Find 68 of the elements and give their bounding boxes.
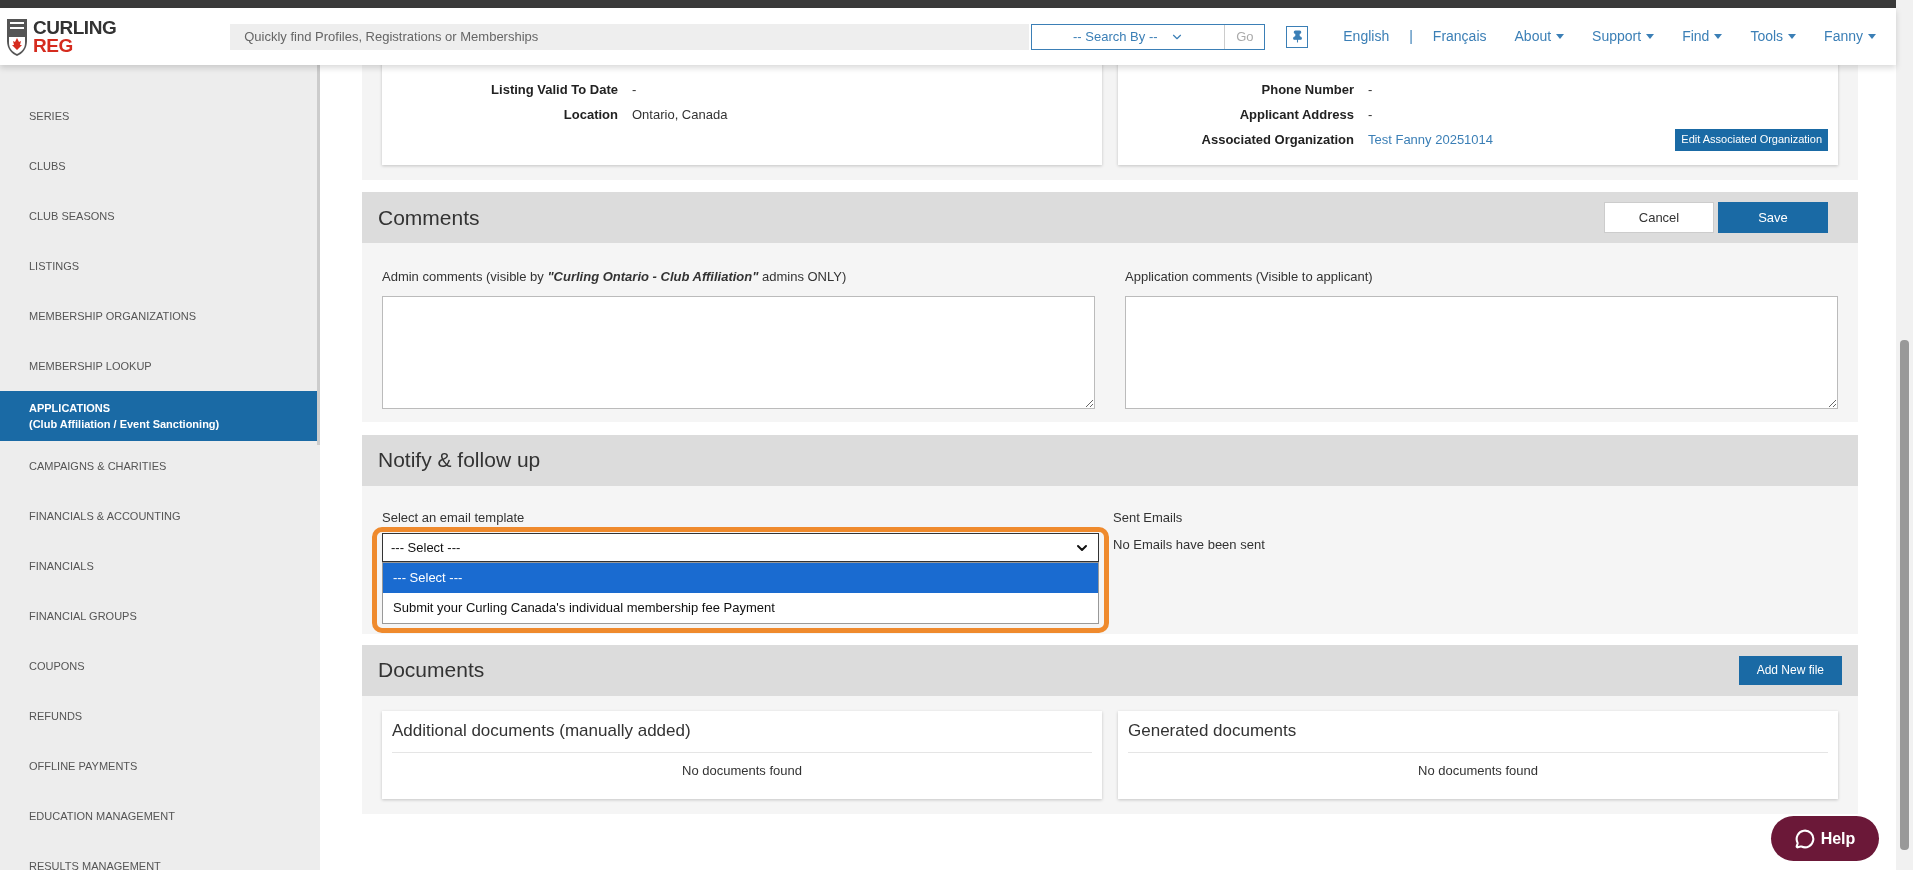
sidebar-item[interactable]: FINANCIALS	[0, 541, 317, 591]
chat-bubble-icon	[1794, 828, 1815, 849]
sidebar-item[interactable]: MEMBERSHIP LOOKUP	[0, 341, 317, 391]
comment-textarea[interactable]	[1125, 295, 1838, 409]
card-title: Generated documents	[1128, 720, 1297, 743]
logo-wordmark: REG	[33, 36, 74, 55]
sidebar-item[interactable]: OFFLINE PAYMENTS	[0, 741, 317, 791]
field-value: Ontario, Canada	[632, 105, 728, 124]
sent-emails-label: Sent Emails	[1113, 508, 1184, 527]
sidebar-item[interactable]: EDUCATION MANAGEMENT	[0, 791, 317, 841]
card-title: Additional documents (manually added)	[392, 720, 691, 743]
pin-button[interactable]	[1286, 25, 1309, 48]
sidebar-item[interactable]: CLUB SEASONS	[0, 191, 317, 241]
empty-message: No documents found	[682, 761, 802, 780]
sidebar-item[interactable]: MEMBERSHIP ORGANIZATIONS	[0, 291, 317, 341]
nav-link[interactable]: Support	[1592, 26, 1655, 47]
field-label: Listing Valid To Date	[490, 80, 619, 99]
sidebar-item[interactable]: FINANCIALS & ACCOUNTING	[0, 491, 317, 541]
nav-separator: |	[1409, 27, 1413, 46]
nav-link[interactable]: English	[1343, 26, 1390, 47]
caret-icon	[1714, 34, 1723, 39]
field-label: Associated Organization	[1200, 130, 1355, 149]
caret-icon	[1868, 34, 1876, 39]
field-label: Phone Number	[1260, 80, 1355, 99]
save-button[interactable]: Save	[1718, 202, 1828, 233]
comment-textarea[interactable]	[382, 295, 1095, 409]
comment-label: Admin comments (visible by "Curling Ontario - Club Affiliation" admins ONLY)	[382, 268, 848, 286]
field-label: Applicant Address	[1238, 105, 1355, 124]
cancel-button[interactable]: Cancel	[1604, 202, 1714, 233]
field-value: -	[632, 80, 637, 99]
help-button[interactable]: Help	[1771, 816, 1879, 861]
caret-icon	[1556, 34, 1565, 39]
sidebar-item[interactable]: FINANCIAL GROUPS	[0, 591, 317, 641]
caret-icon	[1788, 34, 1797, 39]
sidebar-item[interactable]: APPLICATIONS (Club Affiliation / Event Sanctioning)	[0, 391, 317, 441]
template-label: Select an email template	[382, 508, 526, 527]
sidebar-item[interactable]: COUPONS	[0, 641, 317, 691]
logo-wordmark: CURLING	[33, 18, 117, 37]
sidebar-item[interactable]: CLUBS	[0, 141, 317, 191]
nav-link[interactable]: Français	[1432, 26, 1487, 47]
organization-link[interactable]: Test Fanny 20251014	[1368, 129, 1494, 150]
search-field[interactable]: Quickly find Profiles, Registrations or Memberships	[230, 23, 1030, 50]
sent-emails-text: No Emails have been sent	[1113, 536, 1265, 554]
caret-icon	[1646, 34, 1655, 39]
template-select[interactable]: --- Select ---	[382, 533, 1099, 562]
field-label: Location	[562, 105, 619, 124]
dropdown-option[interactable]: Submit your Curling Canada's individual membership fee Payment	[383, 593, 1098, 623]
comment-label: Application comments (Visible to applicant)	[1125, 268, 1374, 286]
sidebar-item[interactable]: LISTINGS	[0, 241, 317, 291]
sidebar-item[interactable]: CAMPAIGNS & CHARITIES	[0, 441, 317, 491]
pin-icon	[1290, 30, 1304, 43]
nav-link[interactable]: Tools	[1750, 26, 1797, 47]
add-file-button[interactable]: Add New file	[1738, 655, 1842, 685]
section-title: Documents	[378, 657, 485, 684]
section-title: Comments	[378, 204, 480, 231]
section-title: Notify & follow up	[378, 447, 541, 474]
sidebar-item[interactable]: REFUNDS	[0, 691, 317, 741]
dropdown-option[interactable]: --- Select ---	[383, 563, 1098, 593]
logo-icon	[5, 16, 29, 57]
edit-organization-button[interactable]: Edit Associated Organization	[1675, 128, 1828, 151]
sidebar-item[interactable]: SERIES	[0, 91, 317, 141]
nav-link[interactable]: Find	[1682, 26, 1723, 47]
field-value: -	[1368, 105, 1373, 124]
nav-link[interactable]: About	[1514, 26, 1565, 47]
empty-message: No documents found	[1418, 761, 1538, 780]
field-value: -	[1368, 80, 1373, 99]
nav-link[interactable]: Fanny	[1824, 26, 1876, 47]
sidebar-item[interactable]: RESULTS MANAGEMENT	[0, 841, 317, 870]
